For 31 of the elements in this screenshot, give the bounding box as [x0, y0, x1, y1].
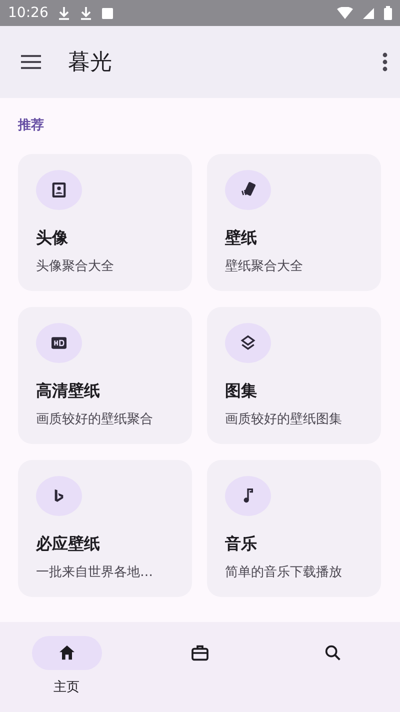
card-subtitle: 壁纸聚合大全: [225, 258, 303, 275]
card-title: 高清壁纸: [36, 381, 100, 402]
card-subtitle: 简单的音乐下载播放: [225, 564, 342, 581]
card-title: 壁纸: [225, 228, 257, 249]
wifi-icon: [337, 7, 353, 19]
app-title: 暮光: [68, 49, 113, 77]
nav-item[interactable]: 主页: [0, 622, 134, 712]
briefcase-icon: [190, 643, 210, 663]
card-subtitle: 头像聚合大全: [36, 258, 114, 275]
card-title: 头像: [36, 228, 68, 249]
card-title: 图集: [225, 381, 257, 402]
card-subtitle: 画质较好的壁纸聚合: [36, 411, 153, 428]
card-title: 音乐: [225, 534, 257, 555]
category-card[interactable]: 音乐 简单的音乐下载播放: [207, 460, 381, 597]
card-subtitle: 画质较好的壁纸图集: [225, 411, 342, 428]
signal-icon: [363, 8, 374, 18]
card-subtitle: 一批来自世界各地…: [36, 564, 153, 581]
category-card[interactable]: 图集 画质较好的壁纸图集: [207, 307, 381, 444]
download-icon: [58, 6, 70, 20]
category-card[interactable]: 壁纸 壁纸聚合大全: [207, 154, 381, 291]
menu-icon[interactable]: [20, 54, 42, 70]
section-title: 推荐: [16, 117, 45, 134]
more-icon[interactable]: [382, 52, 388, 72]
status-time: 10:26: [8, 5, 48, 21]
notification-icon: [102, 8, 114, 18]
category-card[interactable]: 必应壁纸 一批来自世界各地…: [18, 460, 192, 597]
category-card[interactable]: 头像 头像聚合大全: [18, 154, 192, 291]
battery-icon: [384, 6, 392, 20]
download-icon: [80, 6, 92, 20]
category-card[interactable]: 高清壁纸 画质较好的壁纸聚合: [18, 307, 192, 444]
card-title: 必应壁纸: [36, 534, 100, 555]
